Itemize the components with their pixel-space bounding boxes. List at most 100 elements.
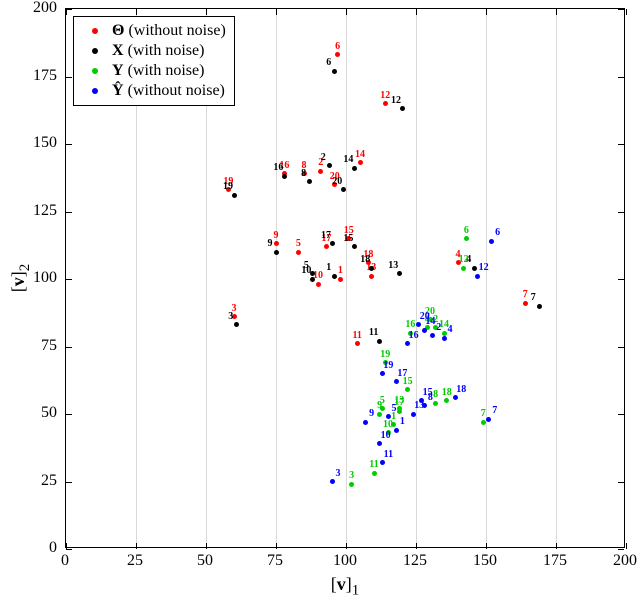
data-point-label: 5 [304, 261, 309, 271]
x-tick-label: 75 [267, 552, 283, 570]
data-point [330, 241, 335, 246]
data-point [226, 187, 231, 192]
data-point-label: 14 [439, 320, 449, 330]
x-tick-label: 175 [543, 552, 567, 570]
data-point-label: 3 [349, 471, 354, 481]
legend-label: X (with noise) [112, 41, 204, 61]
data-point [369, 266, 374, 271]
data-point-label: 18 [456, 385, 466, 395]
y-tick [618, 549, 624, 550]
data-point [324, 244, 329, 249]
data-point [332, 69, 337, 74]
data-point-label: 1 [338, 266, 343, 276]
y-tick [618, 414, 624, 415]
data-point [234, 322, 239, 327]
data-point-label: 6 [335, 42, 340, 52]
data-point-label: 18 [363, 250, 373, 260]
data-point [408, 331, 413, 336]
data-point [310, 271, 315, 276]
data-point-label: 6 [464, 226, 469, 236]
x-tick-label: 150 [473, 552, 497, 570]
data-point [391, 422, 396, 427]
x-tick-label: 50 [197, 552, 213, 570]
legend: Θ (without noise)X (with noise)Y (with n… [73, 16, 235, 106]
y-tick [66, 9, 72, 10]
data-point [397, 271, 402, 276]
data-point [442, 331, 447, 336]
data-point-label: 2 [321, 153, 326, 163]
x-tick [206, 9, 207, 15]
data-point-label: 12 [391, 96, 401, 106]
x-tick [276, 9, 277, 15]
legend-marker [82, 68, 108, 74]
data-point [442, 336, 447, 341]
data-point-label: 13 [394, 396, 404, 406]
legend-item: X (with noise) [82, 41, 226, 61]
data-point-label: 4 [466, 255, 471, 265]
data-point-label: 16 [405, 320, 415, 330]
data-point-label: 11 [384, 450, 393, 460]
data-point [327, 163, 332, 168]
data-point-label: 2 [433, 315, 438, 325]
data-point [372, 471, 377, 476]
x-axis-label: [v]1 [331, 574, 360, 600]
x-tick-label: 0 [61, 552, 69, 570]
data-point-label: 7 [531, 293, 536, 303]
data-point [377, 412, 382, 417]
data-point-label: 11 [369, 328, 378, 338]
data-point [380, 406, 385, 411]
data-point [352, 244, 357, 249]
data-point [383, 101, 388, 106]
data-point [481, 420, 486, 425]
x-tick-label: 25 [127, 552, 143, 570]
legend-marker [82, 48, 108, 54]
data-point-label: 14 [343, 155, 353, 165]
data-point-label: 17 [397, 369, 407, 379]
data-point [366, 260, 371, 265]
data-point [330, 479, 335, 484]
y-tick-label: 75 [41, 337, 57, 355]
data-point [352, 166, 357, 171]
legend-label: Y (with noise) [112, 61, 204, 81]
data-point [310, 277, 315, 282]
data-point [444, 398, 449, 403]
y-tick-label: 100 [33, 269, 57, 287]
y-tick-label: 200 [33, 0, 57, 17]
data-point [363, 420, 368, 425]
data-point [380, 371, 385, 376]
data-point-label: 15 [423, 388, 433, 398]
data-point-label: 6 [495, 228, 500, 238]
legend-marker [82, 88, 108, 94]
x-tick [486, 543, 487, 549]
data-point-label: 19 [380, 350, 390, 360]
x-tick [486, 9, 487, 15]
gridline [346, 9, 347, 547]
legend-item: Y (with noise) [82, 61, 226, 81]
data-point-label: 6 [326, 58, 331, 68]
x-tick [136, 9, 137, 15]
data-point [428, 317, 433, 322]
y-axis-label: [v]2 [8, 264, 34, 293]
y-tick [618, 9, 624, 10]
data-point [422, 328, 427, 333]
y-tick-label: 50 [41, 404, 57, 422]
data-point-label: 14 [355, 150, 365, 160]
data-point [274, 250, 279, 255]
x-tick-label: 200 [613, 552, 637, 570]
data-point-label: 5 [380, 396, 385, 406]
data-point [274, 241, 279, 246]
data-point [296, 250, 301, 255]
y-tick-label: 175 [33, 67, 57, 85]
x-tick [416, 543, 417, 549]
data-point-label: 3 [336, 469, 341, 479]
data-point [386, 430, 391, 435]
y-tick [66, 279, 72, 280]
x-tick [346, 9, 347, 15]
data-point-label: 18 [442, 388, 452, 398]
data-point [464, 236, 469, 241]
x-tick [626, 543, 627, 549]
data-point-label: 2 [318, 158, 323, 168]
x-tick [276, 543, 277, 549]
legend-marker [82, 28, 108, 34]
data-point [405, 341, 410, 346]
